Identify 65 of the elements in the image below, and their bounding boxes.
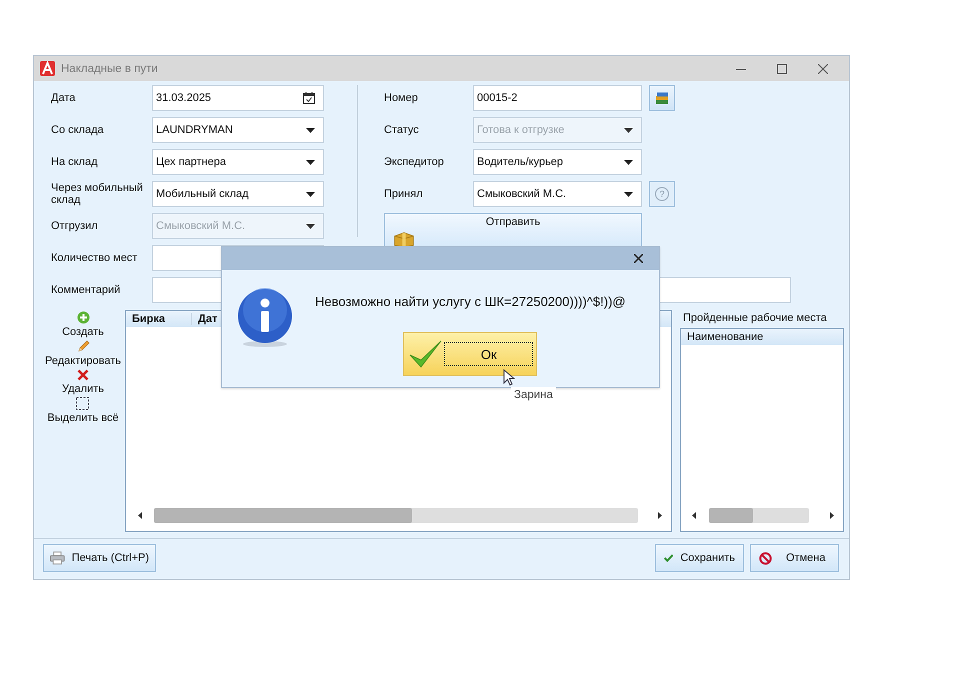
scroll-thumb[interactable] (709, 508, 753, 522)
print-button[interactable]: Печать (Ctrl+P) (43, 544, 156, 572)
text-field[interactable]: 00015-2 (473, 85, 642, 111)
column-header[interactable]: Бирка (126, 313, 192, 325)
panel-title: Пройденные рабочие места (682, 311, 828, 326)
help-icon: ? (655, 187, 669, 201)
dropdown[interactable]: LAUNDRYMAN (152, 117, 324, 143)
field-label: Номер (384, 92, 419, 104)
field-label: Принял (384, 188, 424, 200)
dropdown[interactable]: Водитель/курьер (473, 149, 642, 175)
caret-icon (624, 192, 633, 196)
tooltip: Зарина (511, 387, 556, 403)
caret-icon (306, 128, 315, 132)
toolbar-button[interactable]: Удалить (62, 369, 104, 397)
pencil-icon (76, 340, 90, 353)
scroll-thumb[interactable] (154, 508, 412, 522)
field-label: Отгрузил (51, 220, 99, 232)
ok-button[interactable]: Ок (403, 332, 538, 376)
caret-icon (624, 160, 633, 164)
scroll-left-icon (138, 512, 142, 518)
dropdown[interactable]: Мобильный склад (152, 181, 324, 207)
dialog-message: Невозможно найти услугу с ШК=27250200))))^$!))@ (315, 294, 626, 309)
no-entry-icon (759, 552, 772, 564)
printer-icon (50, 551, 65, 565)
column-header[interactable]: Наименование (681, 331, 764, 343)
close-icon (634, 254, 643, 263)
field-label: Комментарий (51, 284, 122, 296)
dashed-square-icon (76, 397, 90, 410)
field-label: Экспедитор (384, 156, 445, 168)
box-icon (391, 231, 417, 248)
cross-icon (77, 369, 89, 381)
cancel-button[interactable]: Отмена (750, 544, 839, 572)
toolbar-button[interactable]: Редактировать (45, 340, 121, 369)
caret-icon (306, 224, 315, 228)
dropdown[interactable]: Смыковский М.С. (473, 181, 642, 207)
close-icon (818, 64, 828, 74)
field-label: Количество мест (51, 252, 138, 264)
calendar-icon (303, 92, 315, 104)
check-icon (408, 339, 442, 369)
column-header[interactable]: Дат (192, 313, 218, 325)
field-label: Дата (51, 92, 76, 104)
field-label: Через мобильный склад (51, 182, 144, 206)
window-title: Накладные в пути (61, 62, 158, 74)
field-label: Статус (384, 124, 420, 136)
save-button[interactable]: Сохранить (655, 544, 744, 572)
maximize-icon (777, 64, 787, 74)
scroll-right-icon (658, 512, 662, 518)
caret-icon (306, 160, 315, 164)
books-icon (655, 92, 669, 104)
toolbar-button[interactable]: Создать (62, 311, 104, 340)
check-icon (664, 552, 674, 564)
date-field[interactable]: 31.03.2025 (152, 85, 324, 111)
field-label: На склад (51, 156, 99, 168)
numbering-button[interactable] (649, 85, 675, 111)
scroll-right-icon (830, 512, 834, 518)
info-icon (237, 288, 295, 348)
app-logo-icon (40, 61, 55, 76)
caret-icon (624, 128, 633, 132)
caret-icon (306, 192, 315, 196)
scroll-left-icon (692, 512, 696, 518)
field-label: Со склада (51, 124, 105, 136)
toolbar-button[interactable]: Выделить всё (47, 397, 119, 426)
plus-icon (76, 311, 90, 324)
dropdown[interactable]: Цех партнера (152, 149, 324, 175)
mouse-cursor-icon (503, 369, 515, 387)
